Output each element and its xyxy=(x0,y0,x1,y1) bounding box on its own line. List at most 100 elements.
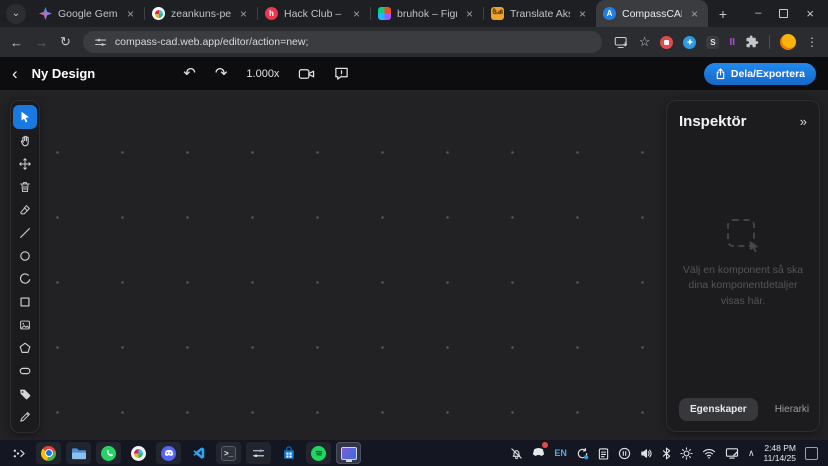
tab-zeankuns-persona[interactable]: zeankuns-persona × xyxy=(145,0,257,27)
discord-tray-icon[interactable] xyxy=(532,444,545,462)
taskbar-desktop-window[interactable] xyxy=(336,442,361,464)
discord-icon xyxy=(161,446,176,461)
taskbar-terminal[interactable]: >_ xyxy=(216,442,241,464)
url-text: compass-cad.web.app/editor/action=new; xyxy=(115,36,309,48)
close-tab-icon[interactable]: × xyxy=(576,7,589,21)
image-icon xyxy=(18,318,32,332)
share-export-button[interactable]: Dela/Exportera xyxy=(704,63,816,85)
label-tool-button[interactable] xyxy=(13,383,37,405)
taskbar-whatsapp[interactable] xyxy=(96,442,121,464)
tray-overflow-chevron[interactable]: ∧ xyxy=(748,449,755,458)
delete-tool-button[interactable] xyxy=(13,176,37,198)
volume-icon[interactable] xyxy=(640,447,653,460)
arc-tool-button[interactable] xyxy=(13,268,37,290)
image-tool-button[interactable] xyxy=(13,314,37,336)
tab-compasscad-active[interactable]: A CompassCAD × xyxy=(596,0,708,27)
hack-club-icon: h xyxy=(265,7,278,20)
browser-tab-strip: ⌄ Google Gemini × zeankuns-persona × h H… xyxy=(0,0,828,27)
tab-hierarchy[interactable]: Hierarki xyxy=(764,398,820,421)
taskbar-chrome[interactable] xyxy=(36,442,61,464)
install-app-icon[interactable] xyxy=(614,36,629,49)
inspector-title: Inspektör xyxy=(679,113,747,130)
pencil-tool-button[interactable] xyxy=(13,406,37,428)
start-dots-icon xyxy=(12,447,26,460)
extensions-puzzle-icon[interactable] xyxy=(745,35,759,49)
blue-extension-icon[interactable] xyxy=(683,36,696,49)
back-button[interactable]: ← xyxy=(10,35,23,50)
rectangle-icon xyxy=(18,295,32,309)
tab-search-button[interactable]: ⌄ xyxy=(6,4,26,24)
zoom-level-indicator[interactable]: 1.000x xyxy=(246,68,279,80)
taskbar-file-explorer[interactable] xyxy=(66,442,91,464)
notifications-muted-icon[interactable] xyxy=(510,447,523,460)
eraser-tool-button[interactable] xyxy=(13,199,37,221)
close-tab-icon[interactable]: × xyxy=(688,7,701,21)
minimize-button[interactable]: – xyxy=(755,8,761,19)
editor-back-button[interactable]: ‹ xyxy=(12,65,18,82)
close-tab-icon[interactable]: × xyxy=(463,7,476,21)
move-tool-button[interactable] xyxy=(13,153,37,175)
new-tab-button[interactable]: + xyxy=(712,3,734,25)
site-info-icon[interactable] xyxy=(94,36,107,49)
s-extension-icon[interactable]: S xyxy=(706,36,719,49)
taskbar-audio-mixer[interactable] xyxy=(246,442,271,464)
taskbar-vscode[interactable] xyxy=(186,442,211,464)
inspector-tabs: Egenskaper Hierarki xyxy=(679,398,807,421)
brightness-icon[interactable] xyxy=(680,447,693,460)
redo-button[interactable]: ↷ xyxy=(215,66,228,81)
close-tab-icon[interactable]: × xyxy=(124,7,137,21)
bookmark-star-icon[interactable]: ☆ xyxy=(639,34,651,50)
tab-google-gemini[interactable]: Google Gemini × xyxy=(32,0,144,27)
pan-tool-button[interactable] xyxy=(13,130,37,152)
eraser-icon xyxy=(18,203,32,217)
taskbar-spotify[interactable] xyxy=(306,442,331,464)
select-tool-button[interactable] xyxy=(13,105,37,129)
wifi-icon[interactable] xyxy=(702,448,716,459)
stadium-icon xyxy=(18,364,32,378)
tab-title: zeankuns-persona xyxy=(171,8,231,20)
forward-button[interactable]: → xyxy=(35,35,48,50)
profile-avatar[interactable] xyxy=(780,34,796,50)
media-pause-icon[interactable] xyxy=(618,447,631,460)
sync-icon[interactable] xyxy=(576,447,589,460)
restore-button[interactable] xyxy=(779,9,788,18)
taskbar: >_ xyxy=(0,440,828,466)
taskbar-slack[interactable] xyxy=(126,442,151,464)
browser-menu-icon[interactable]: ⋮ xyxy=(806,35,818,49)
line-tool-button[interactable] xyxy=(13,222,37,244)
circle-tool-button[interactable] xyxy=(13,245,37,267)
feedback-icon[interactable] xyxy=(334,66,349,81)
close-tab-icon[interactable]: × xyxy=(237,7,250,21)
inspector-panel: Inspektör » Välj en komponent så ska din… xyxy=(666,100,820,432)
close-tab-icon[interactable]: × xyxy=(350,7,363,21)
start-button[interactable] xyxy=(6,442,31,464)
show-desktop-button[interactable] xyxy=(805,447,818,460)
undo-button[interactable]: ↶ xyxy=(183,66,196,81)
browser-toolbar: ← → ↻ compass-cad.web.app/editor/action=… xyxy=(0,27,828,57)
tab-figma[interactable]: bruhok – Figma × xyxy=(371,0,483,27)
tab-translate-aksara[interactable]: ꦄ Translate Aksara J × xyxy=(484,0,596,27)
tab-hack-club[interactable]: h Hack Club – Ship × xyxy=(258,0,370,27)
reload-button[interactable]: ↻ xyxy=(60,34,71,50)
language-indicator[interactable]: EN xyxy=(554,448,567,458)
rectangle-tool-button[interactable] xyxy=(13,291,37,313)
taskbar-microsoft-store[interactable] xyxy=(276,442,301,464)
cursor-icon xyxy=(748,240,761,253)
polygon-tool-button[interactable] xyxy=(13,337,37,359)
close-window-button[interactable]: × xyxy=(806,7,814,20)
clipboard-icon[interactable] xyxy=(598,447,609,460)
roman-ii-extension-icon[interactable]: II xyxy=(729,37,735,48)
circle-icon xyxy=(18,249,32,263)
bluetooth-icon[interactable] xyxy=(662,447,671,460)
collapse-panel-icon[interactable]: » xyxy=(800,114,807,129)
taskbar-clock[interactable]: 2:48 PM 11/14/25 xyxy=(764,443,796,463)
rounded-rect-tool-button[interactable] xyxy=(13,360,37,382)
chrome-icon xyxy=(41,446,56,461)
taskbar-discord[interactable] xyxy=(156,442,181,464)
adblock-extension-icon[interactable] xyxy=(660,36,673,49)
address-bar[interactable]: compass-cad.web.app/editor/action=new; xyxy=(83,31,602,53)
project-screen-icon[interactable] xyxy=(725,447,739,459)
system-tray: EN xyxy=(510,443,822,463)
tab-properties[interactable]: Egenskaper xyxy=(679,398,758,421)
camera-icon[interactable] xyxy=(298,67,315,81)
